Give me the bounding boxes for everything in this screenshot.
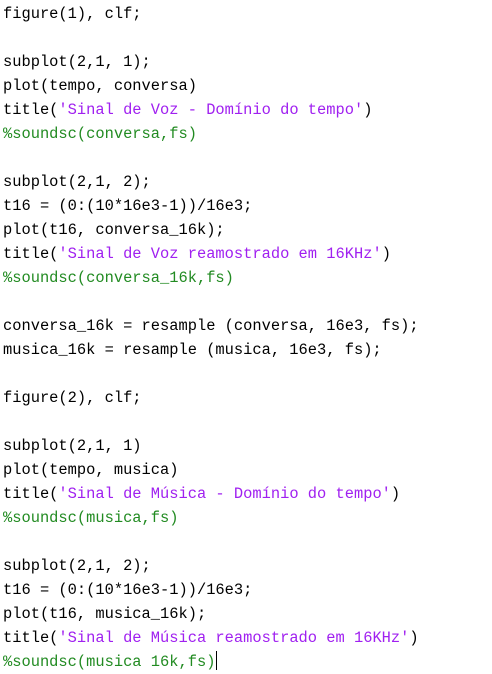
code-line[interactable]: plot(tempo, musica) [3,458,492,482]
code-token: plot(t16, conversa_16k); [3,221,225,239]
string-token: 'Sinal de Música reamostrado em 16KHz' [58,629,410,647]
code-token: ) [409,629,419,647]
code-editor[interactable]: figure(1), clf; subplot(2,1, 1); plot(temp… [0,0,492,671]
code-line[interactable]: figure(2), clf; [3,386,492,410]
code-token: subplot(2,1, 2); [3,557,151,575]
code-line[interactable]: title('Sinal de Música reamostrado em 16… [3,626,492,650]
code-line[interactable]: title('Sinal de Música - Domínio do temp… [3,482,492,506]
code-line[interactable]: subplot(2,1, 2); [3,170,492,194]
code-token: subplot(2,1, 1); [3,53,151,71]
string-token: 'Sinal de Voz - Domínio do tempo' [58,101,364,119]
code-token: plot(tempo, conversa) [3,77,197,95]
code-line[interactable]: %soundsc(musica 16k,fs) [3,650,492,674]
code-token: title( [3,245,59,263]
code-token: plot(t16, musica_16k); [3,605,207,623]
code-token: ) [381,245,391,263]
text-caret [216,651,218,670]
code-token: plot(tempo, musica) [3,461,179,479]
code-line[interactable]: %soundsc(musica,fs) [3,506,492,530]
code-token: t16 = (0:(10*16e3-1))/16e3; [3,581,253,599]
code-line[interactable]: musica_16k = resample (musica, 16e3, fs)… [3,338,492,362]
code-token: title( [3,485,59,503]
comment-token: %soundsc(musica,fs) [3,509,179,527]
code-line[interactable]: subplot(2,1, 2); [3,554,492,578]
blank-line[interactable] [3,146,492,170]
code-token: title( [3,101,59,119]
code-line[interactable]: figure(1), clf; [3,2,492,26]
blank-line[interactable] [3,290,492,314]
comment-token: %soundsc(conversa,fs) [3,125,197,143]
code-line[interactable]: plot(t16, conversa_16k); [3,218,492,242]
blank-line[interactable] [3,530,492,554]
code-token: musica_16k = resample (musica, 16e3, fs)… [3,341,382,359]
code-line[interactable]: t16 = (0:(10*16e3-1))/16e3; [3,578,492,602]
code-line[interactable]: t16 = (0:(10*16e3-1))/16e3; [3,194,492,218]
code-token: ) [363,101,373,119]
code-line[interactable]: plot(t16, musica_16k); [3,602,492,626]
code-line[interactable]: title('Sinal de Voz - Domínio do tempo') [3,98,492,122]
comment-token: %soundsc(conversa_16k,fs) [3,269,234,287]
string-token: 'Sinal de Voz reamostrado em 16KHz' [58,245,382,263]
code-token: figure(1), clf; [3,5,142,23]
code-line[interactable]: title('Sinal de Voz reamostrado em 16KHz… [3,242,492,266]
blank-line[interactable] [3,410,492,434]
code-token: conversa_16k = resample (conversa, 16e3,… [3,317,419,335]
string-token: 'Sinal de Música - Domínio do tempo' [58,485,391,503]
code-line[interactable]: plot(tempo, conversa) [3,74,492,98]
blank-line[interactable] [3,26,492,50]
code-line[interactable]: conversa_16k = resample (conversa, 16e3,… [3,314,492,338]
code-token: figure(2), clf; [3,389,142,407]
comment-token: %soundsc(musica 16k,fs) [3,653,216,671]
code-line[interactable]: %soundsc(conversa_16k,fs) [3,266,492,290]
code-token: t16 = (0:(10*16e3-1))/16e3; [3,197,253,215]
code-line[interactable]: subplot(2,1, 1) [3,434,492,458]
code-line[interactable]: %soundsc(conversa,fs) [3,122,492,146]
blank-line[interactable] [3,362,492,386]
code-token: subplot(2,1, 2); [3,173,151,191]
code-token: subplot(2,1, 1) [3,437,142,455]
code-token: ) [390,485,401,503]
code-line[interactable]: subplot(2,1, 1); [3,50,492,74]
code-token: title( [3,629,59,647]
